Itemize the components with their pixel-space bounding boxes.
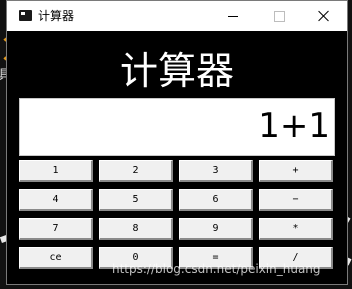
close-icon bbox=[318, 10, 330, 22]
key-divide[interactable]: / bbox=[259, 247, 333, 269]
calculator-window: 计算器 计算器 1+1 1 2 3 + 4 5 6 − 7 8 9 * ce 0… bbox=[6, 0, 348, 285]
app-heading: 计算器 bbox=[119, 49, 234, 93]
keypad: 1 2 3 + 4 5 6 − 7 8 9 * ce 0 = / bbox=[19, 160, 335, 272]
key-0[interactable]: 0 bbox=[99, 247, 173, 269]
minimize-icon bbox=[228, 15, 238, 17]
key-2[interactable]: 2 bbox=[99, 160, 173, 182]
minimize-button[interactable] bbox=[210, 1, 256, 31]
key-9[interactable]: 9 bbox=[179, 218, 253, 240]
title-bar[interactable]: 计算器 bbox=[7, 1, 347, 31]
close-button[interactable] bbox=[301, 1, 347, 31]
key-multiply[interactable]: * bbox=[259, 218, 333, 240]
app-icon bbox=[19, 10, 32, 21]
maximize-button[interactable] bbox=[256, 1, 302, 31]
key-1[interactable]: 1 bbox=[19, 160, 93, 182]
key-4[interactable]: 4 bbox=[19, 189, 93, 211]
key-7[interactable]: 7 bbox=[19, 218, 93, 240]
maximize-icon bbox=[273, 10, 285, 22]
display-value: 1+1 bbox=[258, 106, 330, 146]
key-6[interactable]: 6 bbox=[179, 189, 253, 211]
key-minus[interactable]: − bbox=[259, 189, 333, 211]
key-3[interactable]: 3 bbox=[179, 160, 253, 182]
key-equals[interactable]: = bbox=[179, 247, 253, 269]
key-clear[interactable]: ce bbox=[19, 247, 93, 269]
window-title: 计算器 bbox=[38, 9, 75, 23]
key-plus[interactable]: + bbox=[259, 160, 333, 182]
calculator-display: 1+1 bbox=[19, 98, 335, 156]
key-5[interactable]: 5 bbox=[99, 189, 173, 211]
key-8[interactable]: 8 bbox=[99, 218, 173, 240]
